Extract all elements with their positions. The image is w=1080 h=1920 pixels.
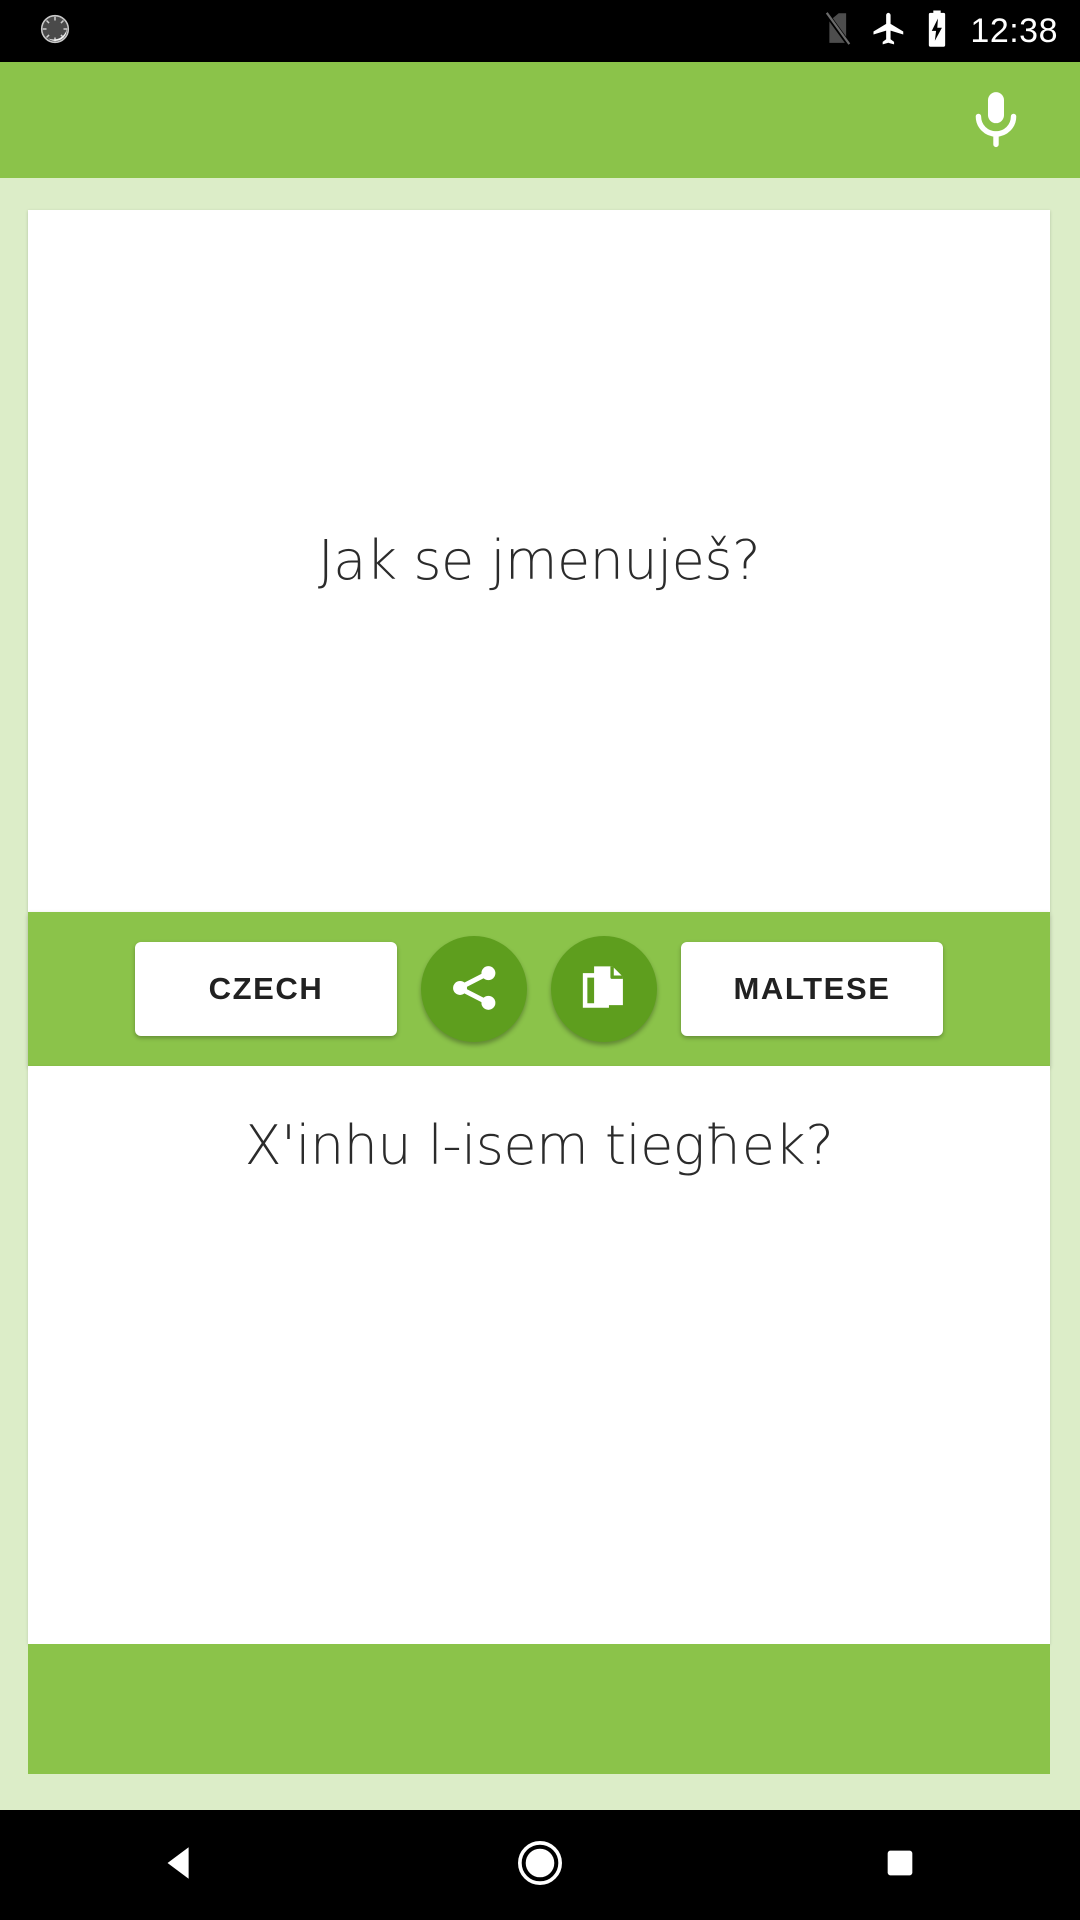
back-triangle-icon bbox=[157, 1840, 203, 1891]
status-bar-clock: 12:38 bbox=[970, 12, 1058, 50]
microphone-button[interactable] bbox=[960, 84, 1032, 156]
navigation-bar bbox=[0, 1810, 1080, 1920]
action-bar: CZECH MALTESE bbox=[28, 912, 1050, 1066]
nav-back-button[interactable] bbox=[120, 1810, 240, 1920]
no-sim-card-icon bbox=[820, 11, 854, 52]
target-text-card[interactable]: X'inhu l-isem tiegħek? bbox=[28, 1066, 1050, 1644]
battery-charging-icon bbox=[924, 9, 950, 54]
microphone-icon bbox=[965, 87, 1027, 154]
recents-square-icon bbox=[880, 1843, 920, 1888]
app-bar bbox=[0, 62, 1080, 178]
source-language-button[interactable]: CZECH bbox=[135, 942, 397, 1036]
nav-home-button[interactable] bbox=[480, 1810, 600, 1920]
phone-screen: 12:38 Jak se jmenuješ? CZECH MALTESE X'i… bbox=[0, 0, 1080, 1920]
share-icon bbox=[447, 961, 501, 1018]
target-language-button[interactable]: MALTESE bbox=[681, 942, 943, 1036]
status-bar: 12:38 bbox=[0, 0, 1080, 62]
copy-icon bbox=[577, 961, 631, 1018]
airplane-mode-icon bbox=[870, 10, 908, 53]
share-button[interactable] bbox=[421, 936, 527, 1042]
copy-button[interactable] bbox=[551, 936, 657, 1042]
source-text: Jak se jmenuješ? bbox=[317, 529, 761, 593]
source-text-card[interactable]: Jak se jmenuješ? bbox=[28, 210, 1050, 912]
footer-banner[interactable] bbox=[28, 1644, 1050, 1774]
target-text: X'inhu l-isem tiegħek? bbox=[244, 1114, 834, 1177]
status-bar-left-icons bbox=[38, 12, 72, 51]
nav-recents-button[interactable] bbox=[840, 1810, 960, 1920]
status-bar-right-icons: 12:38 bbox=[820, 9, 1058, 54]
home-circle-icon bbox=[514, 1837, 566, 1894]
alarm-snooze-icon bbox=[38, 12, 72, 51]
